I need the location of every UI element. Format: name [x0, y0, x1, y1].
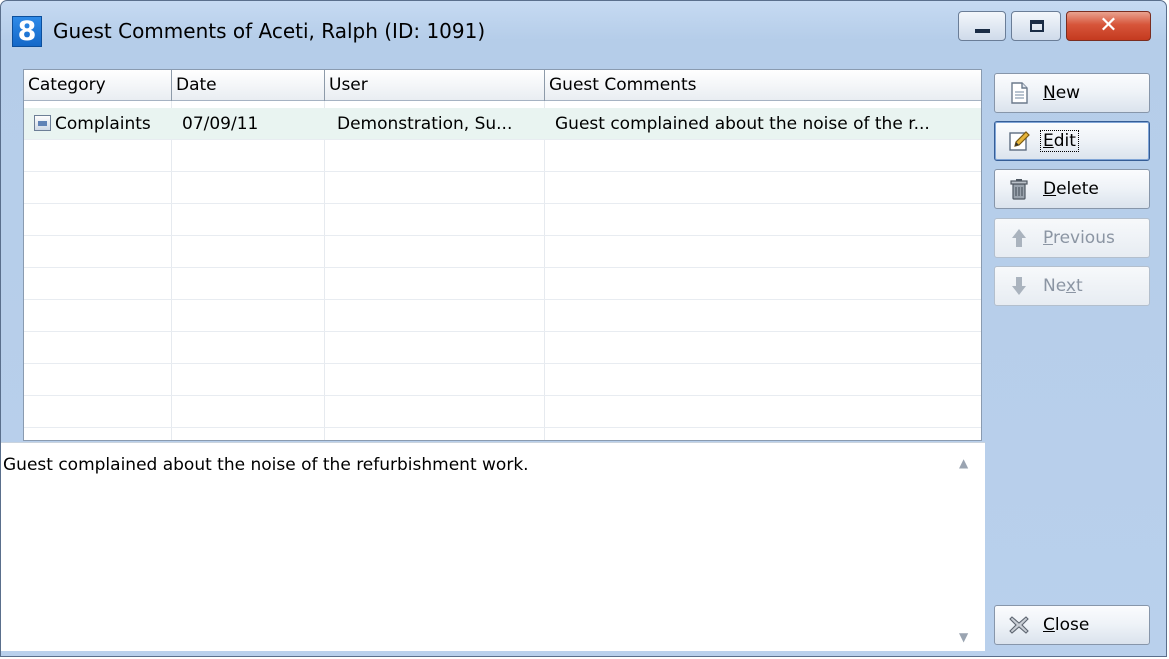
minimize-button[interactable]	[958, 11, 1006, 41]
comments-grid[interactable]: Category Date User Guest Comments Compla…	[23, 69, 982, 441]
previous-button-label: Previous	[1043, 228, 1115, 248]
cell-user: Demonstration, Su...	[337, 114, 513, 134]
guest-comments-window: 8 Guest Comments of Aceti, Ralph (ID: 10…	[0, 0, 1167, 657]
empty-row	[24, 396, 981, 428]
close-icon: ✕	[1099, 13, 1118, 38]
previous-button[interactable]: Previous	[994, 218, 1150, 258]
comment-detail-text: Guest complained about the noise of the …	[3, 455, 529, 475]
column-header-user[interactable]: User	[325, 70, 545, 101]
empty-row	[24, 140, 981, 172]
empty-row	[24, 236, 981, 268]
empty-row	[24, 172, 981, 204]
empty-row	[24, 364, 981, 396]
app-logo-icon: 8	[12, 16, 42, 47]
next-button-label: Next	[1043, 276, 1083, 296]
table-row[interactable]: Complaints 07/09/11 Demonstration, Su...…	[24, 108, 981, 140]
trash-icon	[1010, 179, 1028, 200]
close-x-icon	[1009, 616, 1029, 634]
edit-button-label: Edit	[1040, 130, 1079, 152]
window-close-button[interactable]: ✕	[1066, 11, 1151, 41]
arrow-down-icon	[1012, 277, 1026, 295]
edit-pencil-icon	[1009, 131, 1030, 151]
maximize-icon	[1030, 20, 1044, 32]
comment-category-icon	[34, 115, 51, 131]
scroll-down-arrow-icon[interactable]: ▼	[959, 630, 968, 644]
column-header-date[interactable]: Date	[172, 70, 325, 101]
minimize-icon	[975, 29, 990, 33]
window-title: Guest Comments of Aceti, Ralph (ID: 1091…	[53, 19, 486, 43]
empty-row	[24, 204, 981, 236]
scroll-up-arrow-icon[interactable]: ▲	[959, 456, 968, 470]
empty-row	[24, 332, 981, 364]
close-button-label: Close	[1043, 615, 1090, 635]
cell-category: Complaints	[24, 108, 172, 140]
delete-button[interactable]: Delete	[994, 169, 1150, 209]
category-text: Complaints	[55, 114, 151, 134]
edit-button[interactable]: Edit	[994, 121, 1150, 161]
new-document-icon	[1011, 82, 1028, 104]
column-header-category[interactable]: Category	[24, 70, 172, 101]
arrow-up-icon	[1012, 229, 1026, 247]
new-button[interactable]: New	[994, 73, 1150, 113]
column-header-guest-comments[interactable]: Guest Comments	[545, 70, 981, 101]
new-button-label: New	[1043, 83, 1081, 103]
grid-header: Category Date User Guest Comments	[24, 70, 981, 101]
title-bar[interactable]: 8 Guest Comments of Aceti, Ralph (ID: 10…	[1, 1, 1166, 61]
comment-detail-textarea[interactable]: Guest complained about the noise of the …	[1, 442, 985, 651]
cell-date: 07/09/11	[182, 114, 259, 134]
cell-guest-comment: Guest complained about the noise of the …	[555, 114, 930, 134]
delete-button-label: Delete	[1043, 179, 1099, 199]
maximize-button[interactable]	[1011, 11, 1061, 41]
empty-row	[24, 300, 981, 332]
close-button[interactable]: Close	[994, 605, 1150, 645]
next-button[interactable]: Next	[994, 266, 1150, 306]
empty-row	[24, 268, 981, 300]
